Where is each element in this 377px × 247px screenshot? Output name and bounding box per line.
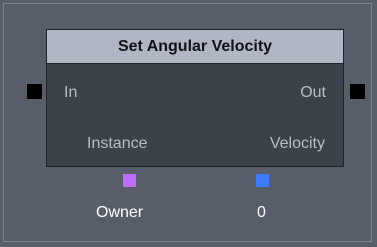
instance-value-field[interactable]: Owner xyxy=(96,204,143,222)
velocity-pin-label: Velocity xyxy=(269,135,325,152)
exec-out-label: Out xyxy=(300,84,326,101)
instance-data-pin[interactable] xyxy=(123,174,136,187)
set-angular-velocity-node[interactable]: Set Angular Velocity In Out Instance Vel… xyxy=(46,29,344,167)
exec-output-pin[interactable] xyxy=(350,84,365,99)
instance-pin-label: Instance xyxy=(87,135,148,152)
velocity-value-field[interactable]: 0 xyxy=(257,204,266,222)
velocity-data-pin[interactable] xyxy=(256,174,269,187)
node-title: Set Angular Velocity xyxy=(117,38,273,55)
exec-input-pin[interactable] xyxy=(27,84,42,99)
exec-in-label: In xyxy=(64,84,78,101)
node-header[interactable]: Set Angular Velocity xyxy=(47,30,343,64)
